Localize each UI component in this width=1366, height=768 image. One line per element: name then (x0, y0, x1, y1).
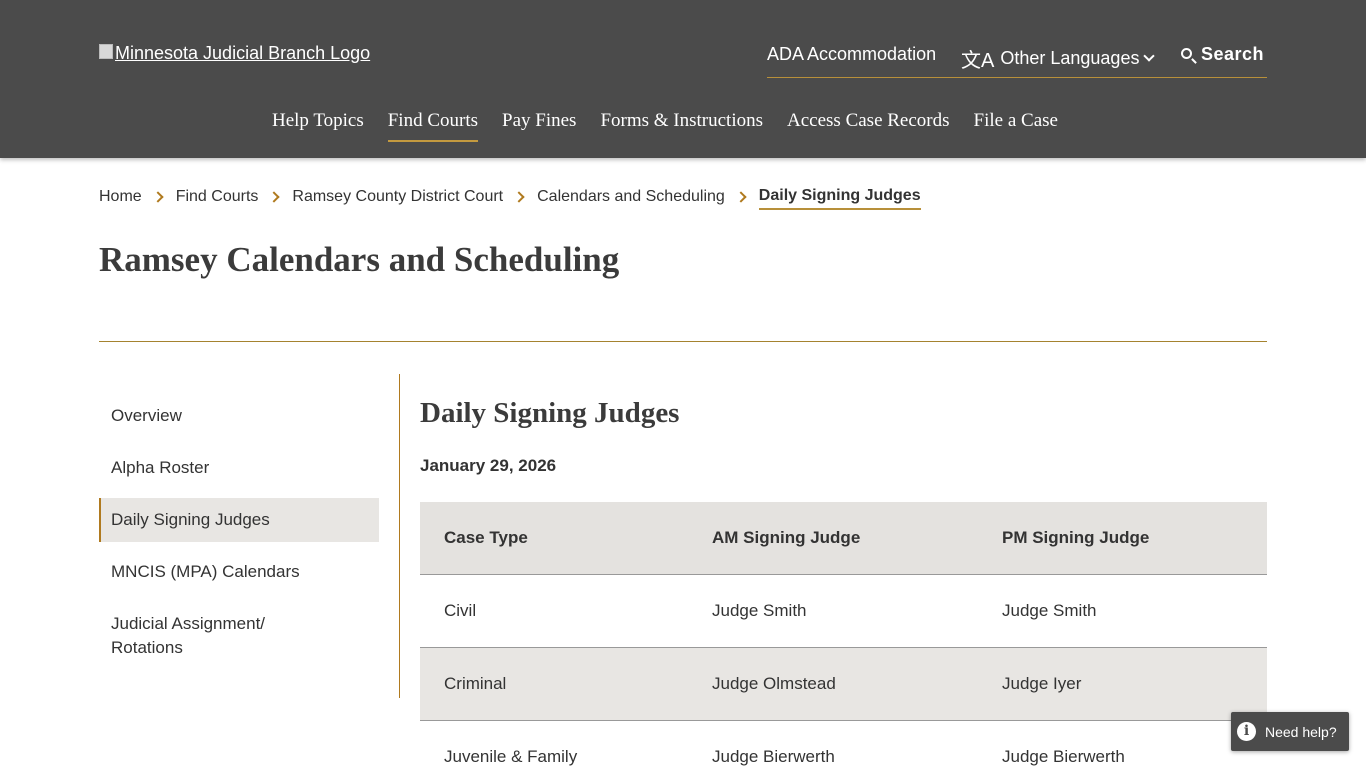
breadcrumb-find-courts[interactable]: Find Courts (176, 188, 259, 206)
table-row: Criminal Judge Olmstead Judge Iyer (420, 648, 1267, 721)
site-header: Minnesota Judicial Branch Logo ADA Accom… (0, 0, 1366, 158)
chevron-right-icon (152, 190, 164, 203)
table-cell: Juvenile & Family (444, 747, 578, 766)
table-row: Juvenile & Family Judge Bierwerth Judge … (420, 721, 1267, 768)
info-icon: i (1237, 722, 1256, 741)
table-cell: Judge Smith (1002, 601, 1097, 620)
table-cell: Judge Iyer (1002, 674, 1082, 693)
signing-judges-table: Case Type AM Signing Judge PM Signing Ju… (420, 502, 1267, 768)
page-title: Ramsey Calendars and Scheduling (99, 240, 620, 279)
column-header: Case Type (444, 528, 528, 547)
breadcrumb: Home Find Courts Ramsey County District … (99, 185, 921, 210)
chevron-right-icon (735, 190, 747, 203)
nav-file-a-case[interactable]: File a Case (974, 110, 1058, 142)
title-divider (99, 341, 1267, 342)
content-title: Daily Signing Judges (420, 397, 680, 429)
chevron-right-icon (513, 190, 525, 203)
search-icon (1181, 48, 1192, 59)
sidenav-item-label-line1: Judicial Assignment/ (111, 614, 266, 633)
ada-accommodation-link[interactable]: ADA Accommodation (767, 44, 936, 65)
nav-find-courts[interactable]: Find Courts (387, 110, 479, 142)
logo-alt-text: Minnesota Judicial Branch Logo (115, 43, 371, 63)
table-header-row: Case Type AM Signing Judge PM Signing Ju… (420, 502, 1267, 575)
other-languages-label: Other Languages (1000, 48, 1140, 68)
sidenav-item-overview[interactable]: Overview (99, 404, 379, 428)
nav-access-case-records[interactable]: Access Case Records (787, 110, 950, 142)
table-cell: Judge Bierwerth (712, 747, 835, 766)
nav-forms-instructions[interactable]: Forms & Instructions (600, 110, 763, 142)
table-cell: Civil (444, 601, 477, 620)
sidenav-item-judicial-assignment[interactable]: Judicial Assignment/ Rotations (99, 612, 379, 660)
nav-help-topics[interactable]: Help Topics (272, 110, 364, 142)
sidenav-item-alpha-roster[interactable]: Alpha Roster (99, 456, 379, 480)
need-help-label: Need help? (1265, 723, 1337, 740)
main-nav: Help Topics Find Courts Pay Fines Forms … (272, 110, 1082, 142)
column-header: AM Signing Judge (712, 528, 861, 547)
broken-image-icon (99, 44, 113, 59)
table-cell: Judge Olmstead (712, 674, 836, 693)
chevron-right-icon (268, 190, 281, 203)
site-logo-link[interactable]: Minnesota Judicial Branch Logo (99, 43, 370, 64)
sidenav-item-daily-signing-judges[interactable]: Daily Signing Judges (99, 498, 379, 542)
sidenav-item-mncis-calendars[interactable]: MNCIS (MPA) Calendars (99, 560, 379, 584)
table-cell: Criminal (444, 674, 507, 693)
nav-pay-fines[interactable]: Pay Fines (502, 110, 576, 142)
chevron-down-icon (1143, 49, 1156, 62)
column-header: PM Signing Judge (1002, 528, 1150, 547)
other-languages-dropdown[interactable]: 文A Other Languages (961, 44, 1156, 73)
breadcrumb-calendars[interactable]: Calendars and Scheduling (537, 188, 725, 206)
sidenav-item-label-line2: Rotations (111, 638, 183, 657)
translate-icon: 文A (961, 50, 995, 72)
search-label: Search (1201, 44, 1265, 64)
table-row: Civil Judge Smith Judge Smith (420, 575, 1267, 648)
table-cell: Judge Smith (712, 601, 807, 620)
side-nav: Overview Alpha Roster Daily Signing Judg… (99, 374, 400, 698)
search-button[interactable]: Search (1181, 44, 1264, 65)
utility-nav: ADA Accommodation 文A Other Languages Sea… (767, 35, 1267, 78)
signing-date: January 29, 2026 (420, 456, 557, 475)
breadcrumb-current: Daily Signing Judges (758, 187, 921, 210)
breadcrumb-home[interactable]: Home (99, 188, 142, 206)
breadcrumb-ramsey-county[interactable]: Ramsey County District Court (292, 188, 503, 206)
need-help-button[interactable]: i Need help? (1231, 712, 1349, 751)
table-cell: Judge Bierwerth (1002, 747, 1125, 766)
